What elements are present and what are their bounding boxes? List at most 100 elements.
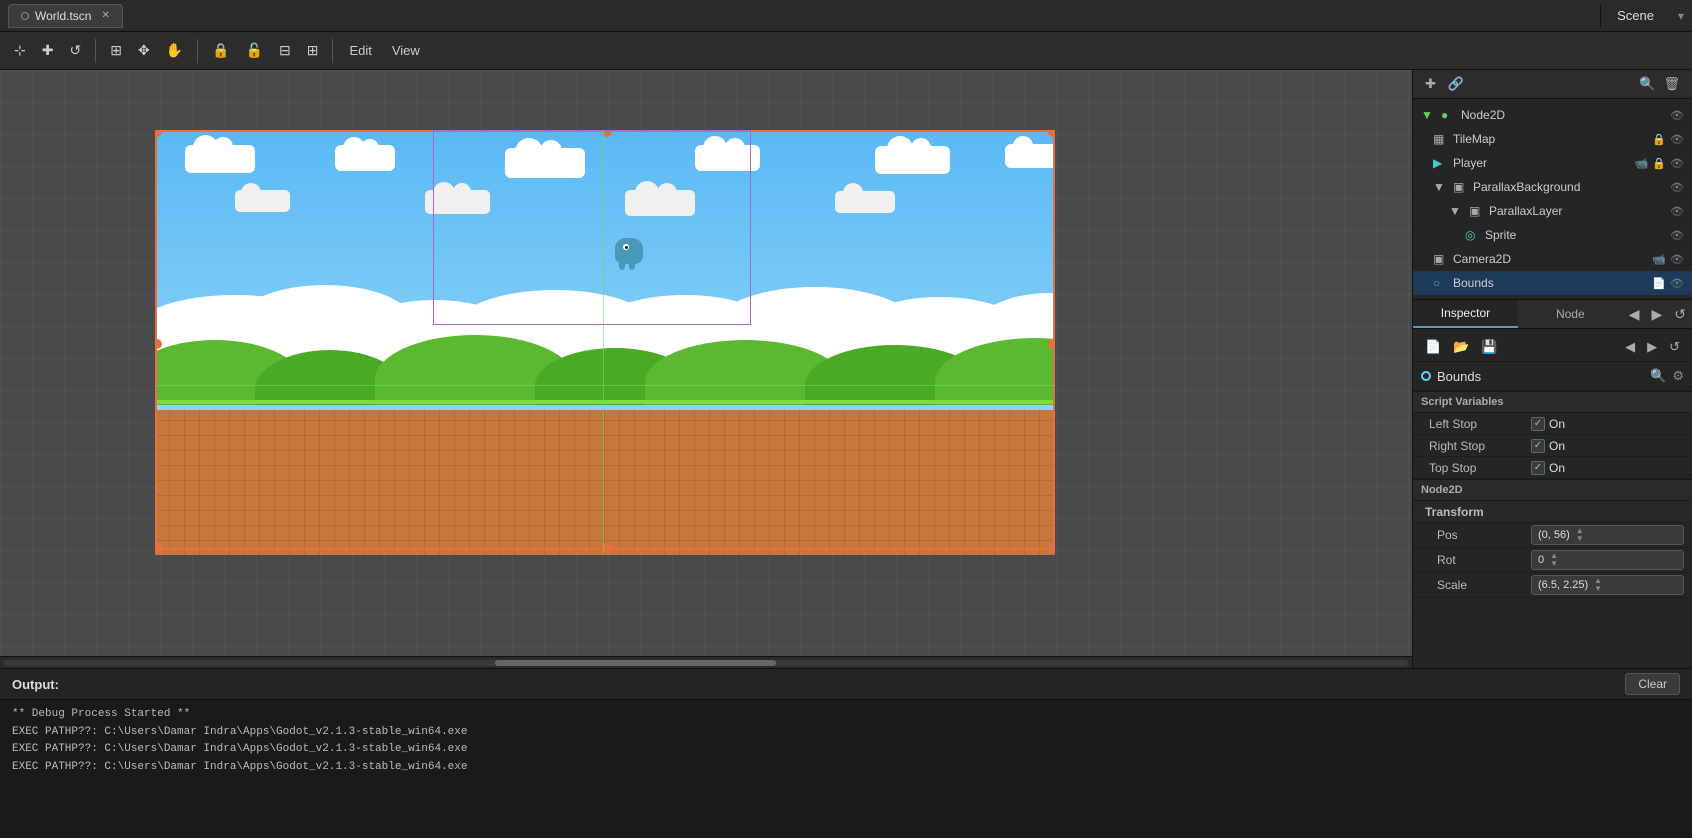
prop-pos: Pos (0, 56) ▲ ▼: [1413, 523, 1692, 548]
inspector-next[interactable]: ▶: [1643, 337, 1661, 357]
rot-down[interactable]: ▼: [1550, 560, 1558, 568]
scene-tree-controls: ✚ 🔗: [1421, 74, 1468, 94]
tab-bar: World.tscn ✕ Scene ▾: [0, 0, 1692, 32]
scale-down[interactable]: ▼: [1594, 585, 1602, 593]
section-node2d: Node2D: [1413, 479, 1692, 501]
scale-stepper[interactable]: ▲ ▼: [1594, 577, 1602, 593]
group-tool[interactable]: ⊞: [104, 38, 128, 63]
scene-canvas[interactable]: [0, 70, 1412, 656]
add-tool[interactable]: ✚: [36, 38, 60, 63]
hand-tool[interactable]: ✋: [160, 38, 189, 63]
clouds-mid: [155, 185, 1055, 235]
left-stop-checkbox[interactable]: ✓: [1531, 417, 1545, 431]
tree-item-player[interactable]: ▶ Player 📹 🔒 👁: [1413, 151, 1692, 175]
inspector-new-script[interactable]: 📄: [1421, 337, 1445, 357]
rot-stepper[interactable]: ▲ ▼: [1550, 552, 1558, 568]
rot-value-box[interactable]: 0 ▲ ▼: [1531, 550, 1684, 570]
scrollbar-thumb[interactable]: [495, 660, 776, 666]
rot-value: 0 ▲ ▼: [1531, 550, 1684, 570]
bounds-type-icon: ○: [1433, 276, 1449, 290]
top-stop-checkbox[interactable]: ✓: [1531, 461, 1545, 475]
cloud4: [695, 145, 760, 171]
tree-item-parallaxbg[interactable]: ▼ ▣ ParallaxBackground 👁: [1413, 175, 1692, 199]
tree-item-tilemap[interactable]: ▦ TileMap 🔒 👁: [1413, 127, 1692, 151]
pos-value-box[interactable]: (0, 56) ▲ ▼: [1531, 525, 1684, 545]
tilemap-lock-icon[interactable]: 🔒: [1652, 133, 1666, 146]
grid-snap-tool[interactable]: ⊟: [273, 38, 297, 63]
inspector-left-arrow[interactable]: ◀: [1623, 300, 1646, 328]
node2d-eye-icon[interactable]: 👁: [1670, 109, 1684, 122]
tree-item-node2d[interactable]: ▼ ● Node2D 👁: [1413, 103, 1692, 127]
parallaxbg-eye-icon[interactable]: 👁: [1670, 181, 1684, 194]
move-tool[interactable]: ✥: [132, 38, 156, 63]
edit-menu[interactable]: Edit: [341, 39, 379, 62]
tree-item-parallaxlayer[interactable]: ▼ ▣ ParallaxLayer 👁: [1413, 199, 1692, 223]
cloud6: [1005, 144, 1055, 168]
right-stop-on: On: [1549, 439, 1565, 453]
undo-tool[interactable]: ↺: [63, 38, 87, 63]
parallaxlayer-eye-icon[interactable]: 👁: [1670, 205, 1684, 218]
select-tool[interactable]: ⊹: [8, 38, 32, 63]
scene-delete-btn[interactable]: 🗑: [1659, 74, 1684, 94]
tilemap-type-icon: ▦: [1433, 132, 1449, 146]
pos-stepper[interactable]: ▲ ▼: [1576, 527, 1584, 543]
inspector-gear-icon[interactable]: ⚙: [1672, 368, 1684, 384]
right-panel: ✚ 🔗 🔍 🗑 ▼ ● Node2D 👁 ▦ TileMap 🔒 👁: [1412, 70, 1692, 668]
inspector-refresh[interactable]: ↺: [1668, 300, 1692, 328]
pos-value: (0, 56) ▲ ▼: [1531, 525, 1684, 545]
inspector-prev[interactable]: ◀: [1621, 337, 1639, 357]
scene-btn[interactable]: Scene: [1600, 4, 1670, 27]
tilemap-eye-icon[interactable]: 👁: [1670, 133, 1684, 146]
pos-down[interactable]: ▼: [1576, 535, 1584, 543]
player-eye-icon[interactable]: 👁: [1670, 157, 1684, 170]
scene-search-btn[interactable]: 🔍: [1635, 74, 1659, 94]
scale-value-text: (6.5, 2.25): [1538, 579, 1588, 591]
left-stop-label: Left Stop: [1421, 417, 1531, 431]
rot-value-text: 0: [1538, 554, 1544, 566]
inspector-tab-inspector[interactable]: Inspector: [1413, 300, 1518, 328]
inspector-content: 📄 📂 💾 ◀ ▶ ↺ Bounds 🔍 ⚙ Script Variables …: [1413, 329, 1692, 668]
right-stop-value: ✓ On: [1531, 439, 1684, 453]
scene-chevron[interactable]: ▾: [1670, 5, 1692, 27]
player-character: [615, 238, 643, 264]
inspector-tab-node[interactable]: Node: [1518, 300, 1623, 328]
camera2d-eye-icon[interactable]: 👁: [1670, 253, 1684, 266]
output-line-2: EXEC PATHP??: C:\Users\Damar Indra\Apps\…: [12, 724, 1680, 742]
lock-tool[interactable]: 🔒: [206, 38, 235, 63]
sprite-eye-icon[interactable]: 👁: [1670, 229, 1684, 242]
inspector-search-icon[interactable]: 🔍: [1650, 368, 1666, 384]
clear-button[interactable]: Clear: [1625, 673, 1680, 695]
player-lock-icon[interactable]: 🔒: [1652, 157, 1666, 170]
bounds-eye-icon[interactable]: 👁: [1670, 277, 1684, 290]
inspector-open-script[interactable]: 📂: [1449, 337, 1473, 357]
main-toolbar: ⊹ ✚ ↺ ⊞ ✥ ✋ 🔒 🔓 ⊟ ⊞ Edit View: [0, 32, 1692, 70]
output-title: Output:: [12, 677, 59, 692]
right-stop-checkbox[interactable]: ✓: [1531, 439, 1545, 453]
scale-value-box[interactable]: (6.5, 2.25) ▲ ▼: [1531, 575, 1684, 595]
scene-add-btn[interactable]: ✚: [1421, 74, 1440, 94]
inspector-right-arrow[interactable]: ▶: [1646, 300, 1669, 328]
bounds-action-icon1: 📄: [1652, 277, 1666, 290]
section-script-variables: Script Variables: [1413, 391, 1692, 413]
output-line-3: EXEC PATHP??: C:\Users\Damar Indra\Apps\…: [12, 741, 1680, 759]
smart-snap-tool[interactable]: ⊞: [301, 38, 325, 63]
scene-link-btn[interactable]: 🔗: [1444, 74, 1468, 94]
camera2d-cam-icon: 📹: [1652, 253, 1666, 266]
parallaxbg-type-icon: ▣: [1453, 180, 1469, 194]
tab-close-icon[interactable]: ✕: [101, 10, 109, 21]
tree-item-bounds[interactable]: ○ Bounds 📄 👁: [1413, 271, 1692, 295]
tree-item-sprite[interactable]: ◎ Sprite 👁: [1413, 223, 1692, 247]
tree-item-camera2d[interactable]: ▣ Camera2D 📹 👁: [1413, 247, 1692, 271]
tree-label-tilemap: TileMap: [1453, 132, 1648, 146]
ground-dirt: [155, 410, 1055, 555]
view-menu[interactable]: View: [384, 39, 428, 62]
unlock-tool[interactable]: 🔓: [240, 38, 269, 63]
top-stop-label: Top Stop: [1421, 461, 1531, 475]
sep1: [95, 39, 96, 63]
inspector-history[interactable]: ↺: [1665, 337, 1684, 357]
tree-label-player: Player: [1453, 156, 1631, 170]
inspector-save-script[interactable]: 💾: [1477, 337, 1501, 357]
scrollbar-track[interactable]: [4, 660, 1408, 666]
canvas-scrollbar[interactable]: [0, 656, 1412, 668]
world-tab[interactable]: World.tscn ✕: [8, 4, 123, 28]
